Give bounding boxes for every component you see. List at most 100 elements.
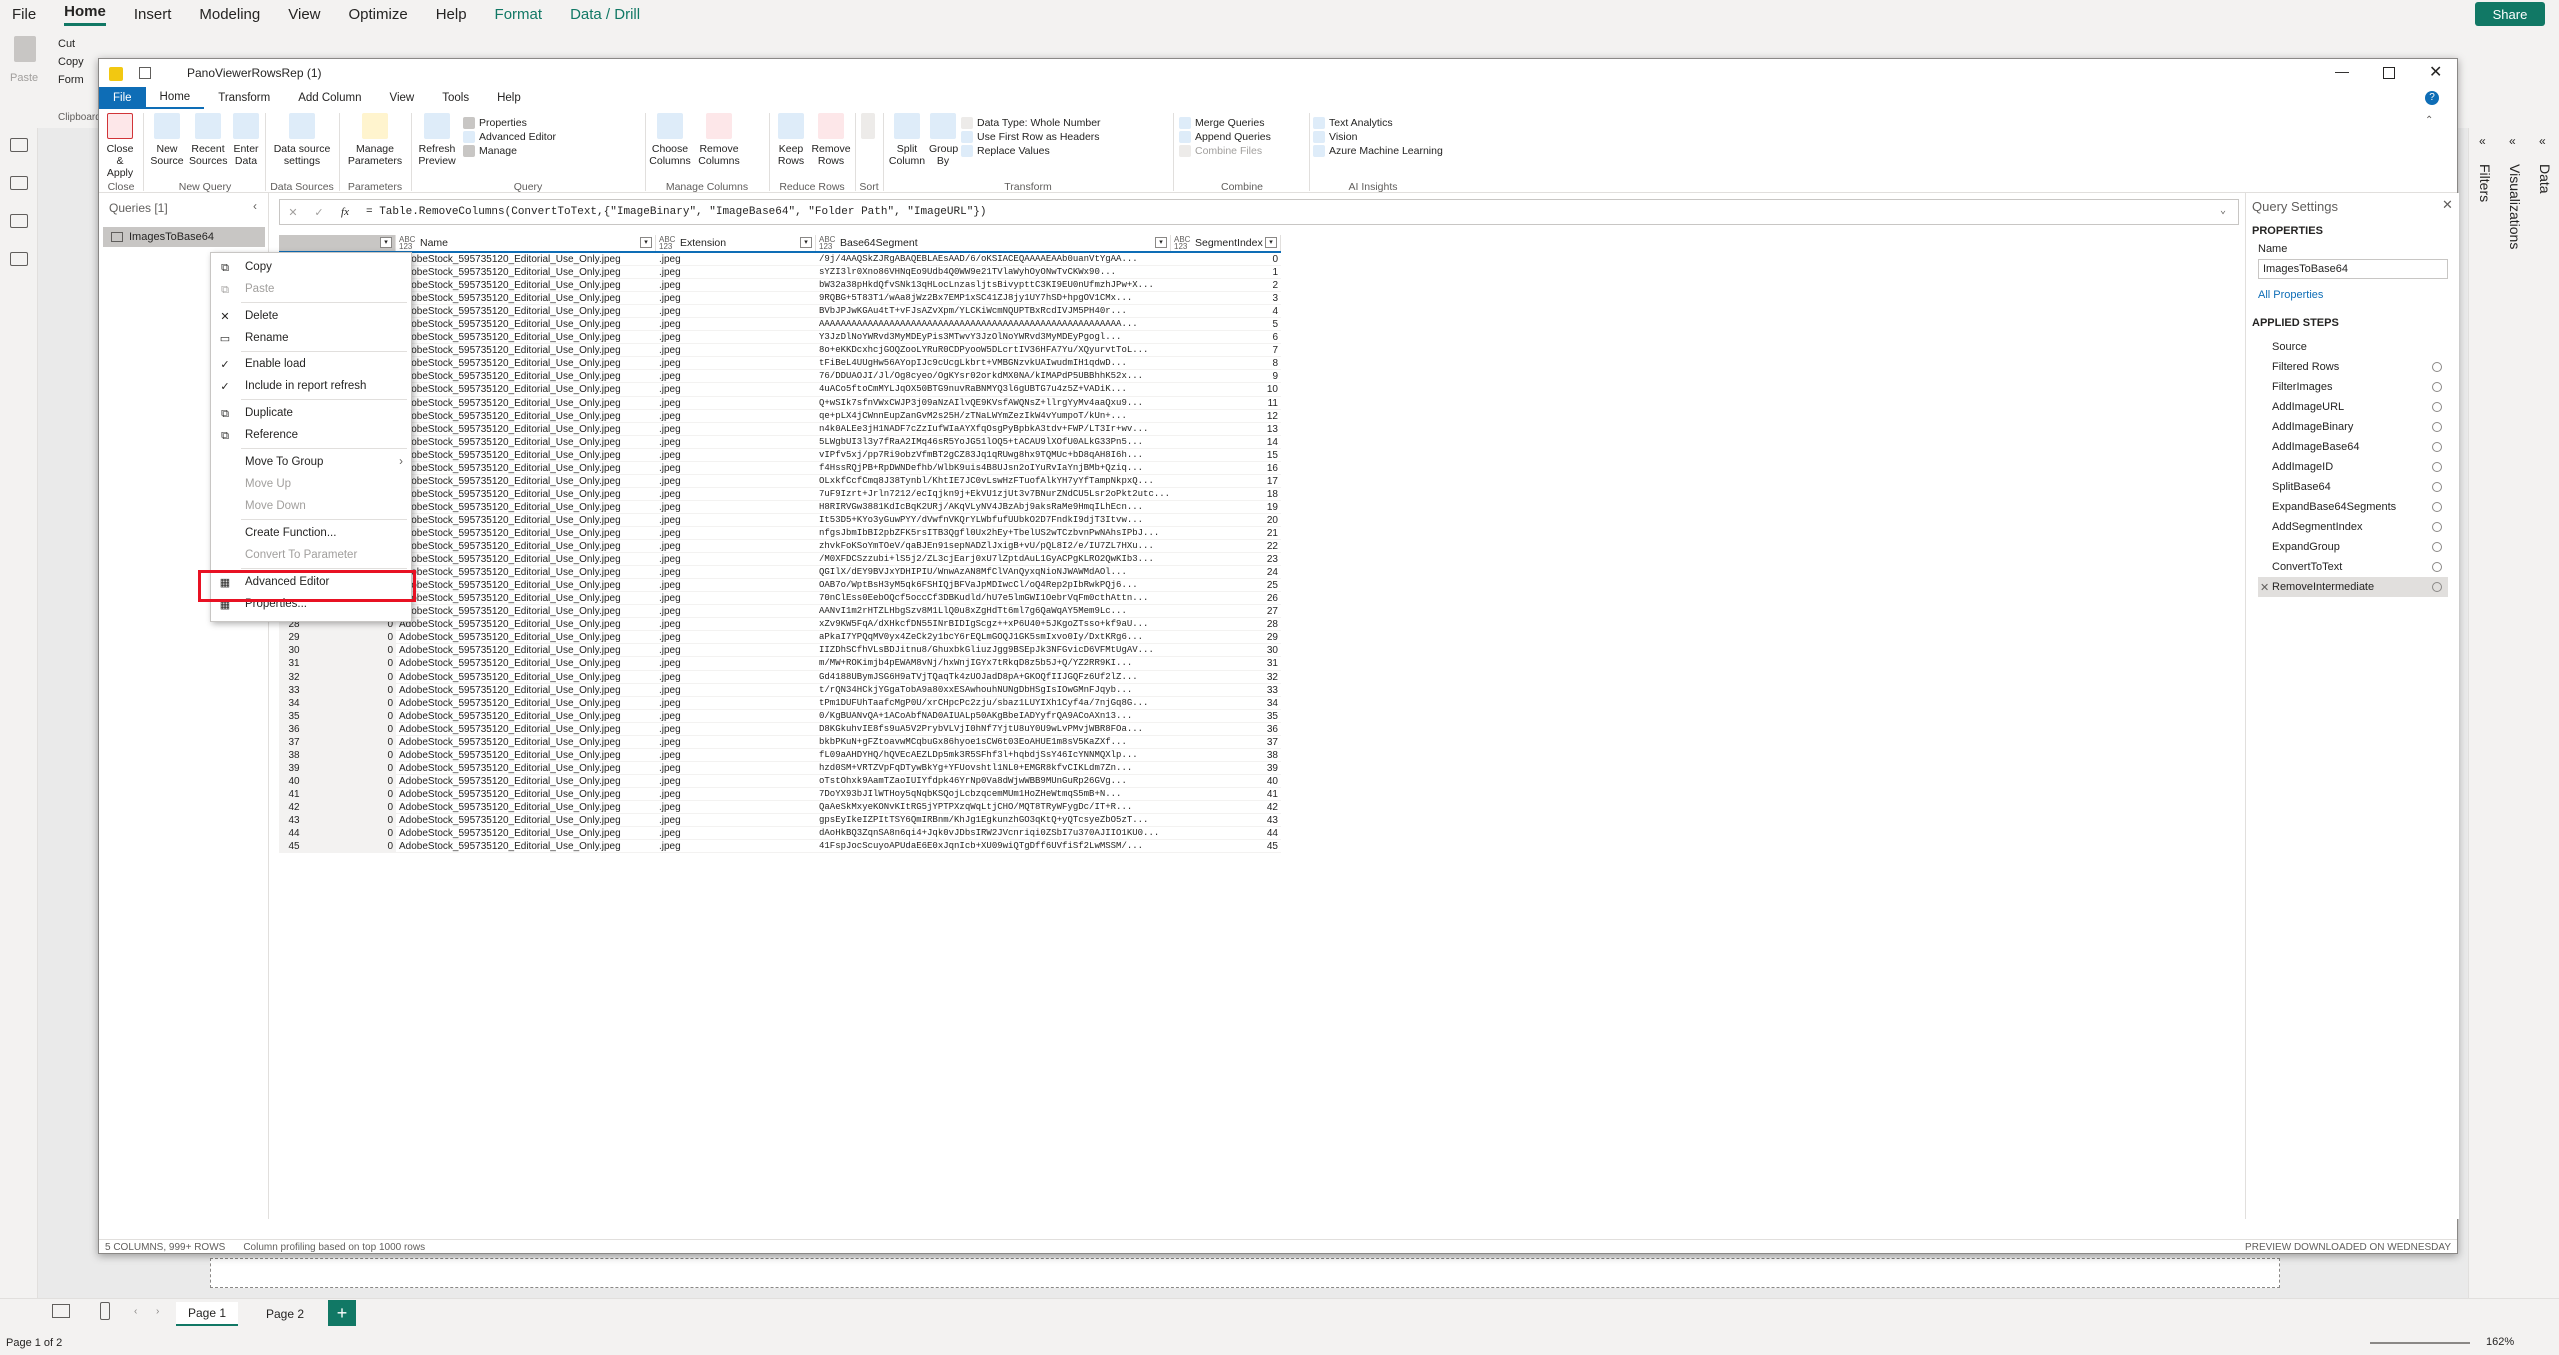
enter-data-button[interactable]: Enter Data <box>231 113 261 167</box>
cell-extension[interactable]: .jpeg <box>656 410 816 423</box>
cell-extension[interactable]: .jpeg <box>656 383 816 397</box>
cell-base64segment[interactable]: Gd4188UBymJSG6H9aTVjTQaqTk4zUOJadD8pA+GK… <box>816 671 1171 684</box>
table-row[interactable]: 34 0 AdobeStock_595735120_Editorial_Use_On… <box>279 696 1289 710</box>
cell-extension[interactable]: .jpeg <box>656 710 816 723</box>
add-page-button[interactable]: + <box>328 1300 356 1326</box>
context-menu-item[interactable]: ✓ Include in report refresh <box>211 377 411 395</box>
cell-extension[interactable]: .jpeg <box>656 801 816 815</box>
cell-extension[interactable]: .jpeg <box>656 527 816 541</box>
data-pane-label[interactable]: Data <box>2537 164 2553 194</box>
cell-extension[interactable]: .jpeg <box>656 501 816 514</box>
cell-base64segment[interactable]: n4k0ALEe3jH1NADF7cZzIufWIaAYXfqOsgPyBpbk… <box>816 423 1171 436</box>
cell-name[interactable]: AdobeStock_595735120_Editorial_Use_Only.… <box>396 671 656 684</box>
cell-name[interactable]: AdobeStock_595735120_Editorial_Use_Only.… <box>396 749 656 762</box>
applied-step[interactable]: ExpandBase64Segments <box>2258 497 2448 517</box>
cell-name[interactable]: AdobeStock_595735120_Editorial_Use_Only.… <box>396 357 656 371</box>
row-number[interactable]: 36 <box>279 722 309 736</box>
cell-segmentindex[interactable]: 6 <box>1171 331 1281 345</box>
column-filter-icon[interactable]: ▾ <box>800 237 812 248</box>
cell-name[interactable]: AdobeStock_595735120_Editorial_Use_Only.… <box>396 605 656 619</box>
cell-segmentindex[interactable]: 31 <box>1171 657 1281 671</box>
append-queries-button[interactable]: Append Queries <box>1179 131 1271 143</box>
cell-segmentindex[interactable]: 16 <box>1171 462 1281 475</box>
column-type-icon[interactable]: ABC 123 <box>1174 236 1190 251</box>
cell-name[interactable]: AdobeStock_595735120_Editorial_Use_Only.… <box>396 814 656 828</box>
cell-segmentindex[interactable]: 29 <box>1171 631 1281 645</box>
table-row[interactable]: 43 0 AdobeStock_595735120_Editorial_Use_On… <box>279 814 1289 828</box>
share-button[interactable]: Share <box>2475 2 2545 26</box>
pbi-tab-help[interactable]: Help <box>436 6 467 23</box>
column-header-segmentindex[interactable]: ABC 123 SegmentIndex ▾ <box>1171 235 1281 251</box>
pq-tab-view[interactable]: View <box>376 87 429 109</box>
save-icon[interactable] <box>139 67 151 79</box>
cell-name[interactable]: AdobeStock_595735120_Editorial_Use_Only.… <box>396 723 656 736</box>
applied-step[interactable]: Filtered Rows <box>2258 357 2448 377</box>
cell-base64segment[interactable]: 8o+eKKDcxhcjGOQZooLYRuR0CDPyooW5DLcrtIV3… <box>816 344 1171 358</box>
cell-name[interactable]: AdobeStock_595735120_Editorial_Use_Only.… <box>396 827 656 841</box>
cell-base64segment[interactable]: QGIlX/dEY9BVJxYDHIPIU/WnwAzAN8MfClVAnQyx… <box>816 566 1171 580</box>
cell-extension[interactable]: .jpeg <box>656 462 816 475</box>
text-analytics-button[interactable]: Text Analytics <box>1313 117 1393 129</box>
cell-base64segment[interactable]: tPm1DUFUhTaafcMgP0U/xrCHpcPc2zju/sbaz1LU… <box>816 697 1171 710</box>
cell-name[interactable]: AdobeStock_595735120_Editorial_Use_Only.… <box>396 253 656 267</box>
keep-rows-button[interactable]: Keep Rows <box>773 113 809 167</box>
cell-base64segment[interactable]: /M0XFDCSzzubi+lS5j2/ZL3cjEarj0xU7lZptdAu… <box>816 553 1171 567</box>
table-row[interactable]: 210AdobeStock_595735120_Editorial_Use_On… <box>279 526 1289 541</box>
cell-name[interactable]: AdobeStock_595735120_Editorial_Use_Only.… <box>396 644 656 658</box>
cell-extension[interactable]: .jpeg <box>656 840 816 854</box>
column-filter-icon[interactable]: ▾ <box>1155 237 1167 248</box>
cell-extension[interactable]: .jpeg <box>656 592 816 606</box>
column-header-name[interactable]: ABC 123 Name ▾ <box>396 235 656 251</box>
page-tab-2[interactable]: Page 2 <box>254 1302 316 1326</box>
cell-extension[interactable]: .jpeg <box>656 305 816 319</box>
row-number[interactable]: 44 <box>279 827 309 841</box>
cell-segmentindex[interactable]: 19 <box>1171 501 1281 514</box>
cell-id[interactable]: 0 <box>309 696 396 710</box>
cell-segmentindex[interactable]: 27 <box>1171 605 1281 619</box>
data-source-settings-button[interactable]: Data source settings <box>269 113 335 167</box>
table-row[interactable]: 0AdobeStock_595735120_Editorial_Use_Only… <box>279 331 1289 345</box>
cell-segmentindex[interactable]: 30 <box>1171 644 1281 658</box>
step-settings-icon[interactable] <box>2432 482 2442 492</box>
cell-name[interactable]: AdobeStock_595735120_Editorial_Use_Only.… <box>396 266 656 280</box>
cell-extension[interactable]: .jpeg <box>656 488 816 501</box>
cell-name[interactable]: AdobeStock_595735120_Editorial_Use_Only.… <box>396 788 656 801</box>
cell-extension[interactable]: .jpeg <box>656 814 816 828</box>
context-menu-item[interactable]: ⧉ Paste <box>211 280 411 298</box>
cell-base64segment[interactable]: 5LWgbUI3l3y7fRaA2IMq46sR5YoJG51lOQ5+tACA… <box>816 436 1171 449</box>
cell-base64segment[interactable]: f4HssRQjPB+RpDWNDefhb/WlbK9uis4B8UJsn2oI… <box>816 462 1171 475</box>
cell-extension[interactable]: .jpeg <box>656 253 816 267</box>
group-by-button[interactable]: Group By <box>929 113 958 167</box>
cell-extension[interactable]: .jpeg <box>656 775 816 788</box>
cell-base64segment[interactable]: gpsEyIkeIZPItTSY6QmIRBnm/KhJg1EgkunzhGO3… <box>816 814 1171 828</box>
profiling-status[interactable]: Column profiling based on top 1000 rows <box>243 1242 425 1253</box>
step-settings-icon[interactable] <box>2432 382 2442 392</box>
table-row[interactable]: 42 0 AdobeStock_595735120_Editorial_Use_On… <box>279 800 1289 815</box>
cell-name[interactable]: AdobeStock_595735120_Editorial_Use_Only.… <box>396 501 656 514</box>
pbi-tab-home[interactable]: Home <box>64 3 106 26</box>
cell-segmentindex[interactable]: 25 <box>1171 579 1281 593</box>
column-filter-icon[interactable]: ▾ <box>380 237 392 248</box>
cell-extension[interactable]: .jpeg <box>656 436 816 449</box>
cell-extension[interactable]: .jpeg <box>656 344 816 358</box>
table-row[interactable]: 0AdobeStock_595735120_Editorial_Use_Only… <box>279 357 1289 371</box>
row-number[interactable]: 42 <box>279 800 309 815</box>
applied-step[interactable]: ✕ RemoveIntermediate <box>2258 577 2448 597</box>
cell-base64segment[interactable]: zhvkFoKSoYmTOeV/qaBJEn91sepNADZlJxigB+vU… <box>816 540 1171 554</box>
cell-base64segment[interactable]: qe+pLX4jCWnnEupZanGvM2s25H/zTNaLWYmZezIk… <box>816 410 1171 423</box>
cell-name[interactable]: AdobeStock_595735120_Editorial_Use_Only.… <box>396 331 656 345</box>
zoom-level[interactable]: 162% <box>2486 1336 2514 1348</box>
cell-name[interactable]: AdobeStock_595735120_Editorial_Use_Only.… <box>396 631 656 645</box>
cell-extension[interactable]: .jpeg <box>656 423 816 436</box>
cell-base64segment[interactable]: 70nClEss0EebOQcf5occCf3DBKudld/hU7e5lmGW… <box>816 592 1171 606</box>
context-menu-item[interactable]: ✓ Enable load <box>211 355 411 373</box>
context-menu-item[interactable]: ⧉ Duplicate <box>211 404 411 422</box>
cell-extension[interactable]: .jpeg <box>656 631 816 645</box>
cell-id[interactable]: 0 <box>309 683 396 697</box>
remove-rows-button[interactable]: Remove Rows <box>811 113 851 167</box>
visualizations-pane-label[interactable]: Visualizations <box>2507 164 2523 249</box>
step-settings-icon[interactable] <box>2432 502 2442 512</box>
row-number[interactable]: 34 <box>279 696 309 710</box>
cell-base64segment[interactable]: 9RQBG+5T83T1/wAa8jWz2Bx7EMP1xSC41ZJ8jy1U… <box>816 292 1171 306</box>
cell-extension[interactable]: .jpeg <box>656 684 816 697</box>
